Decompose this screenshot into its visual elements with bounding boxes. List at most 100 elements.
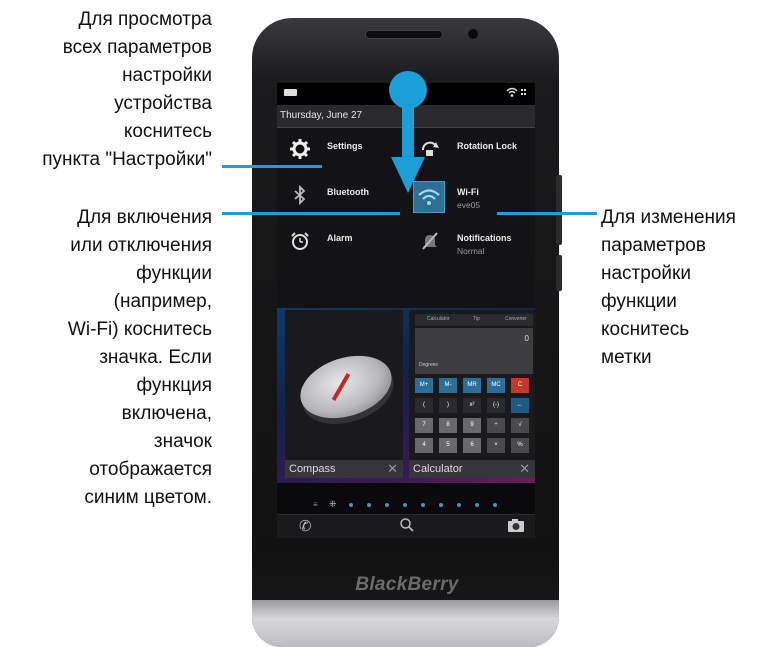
notifications-mode: Normal xyxy=(457,246,485,256)
camera-icon[interactable] xyxy=(507,517,525,537)
swipe-arrow-shaft xyxy=(402,104,414,159)
notifications-label: Notifications xyxy=(457,233,512,243)
rotation-lock-label: Rotation Lock xyxy=(457,141,517,151)
calculator-key[interactable]: MC xyxy=(487,378,505,393)
calculator-key[interactable]: ( xyxy=(415,398,433,413)
list-view-icon[interactable]: ≡ xyxy=(313,500,318,509)
calculator-key[interactable]: 9 xyxy=(463,418,481,433)
callout-line: параметров xyxy=(601,235,706,256)
calculator-value: 0 xyxy=(524,334,529,343)
page-dot[interactable] xyxy=(403,503,407,507)
callout-label: Для изменения параметров настройки функц… xyxy=(601,204,767,372)
calculator-key[interactable]: (-) xyxy=(487,398,505,413)
callout-line: Для просмотра xyxy=(78,9,213,30)
page-indicator: ≡ ⁜ xyxy=(313,499,513,510)
page-dot[interactable] xyxy=(367,503,371,507)
calculator-key[interactable]: × xyxy=(487,438,505,453)
active-frames: Compass ✕ Calculator Tip Converter 0 Deg… xyxy=(277,308,535,483)
gear-icon xyxy=(287,138,313,164)
search-icon[interactable] xyxy=(399,517,415,537)
callout-line: устройства xyxy=(114,93,212,114)
calculator-key[interactable]: ÷ xyxy=(487,418,505,433)
dock-bar: ✆ xyxy=(277,514,535,538)
wifi-status-icon xyxy=(505,86,529,101)
page-dot[interactable] xyxy=(421,503,425,507)
side-button xyxy=(556,255,562,291)
calculator-key[interactable]: 7 xyxy=(415,418,433,433)
page-dot[interactable] xyxy=(349,503,353,507)
page-dot[interactable] xyxy=(457,503,461,507)
brand-logo: BlackBerry xyxy=(355,574,459,595)
wifi-label[interactable]: Wi-Fi xyxy=(457,187,479,197)
callout-line: значка. Если xyxy=(99,347,212,368)
close-icon[interactable]: ✕ xyxy=(387,461,398,477)
callout-line: функции xyxy=(601,291,677,312)
callout-line: функции xyxy=(136,263,212,284)
phone-icon[interactable]: ✆ xyxy=(299,517,312,535)
compass-title: Compass xyxy=(289,463,336,475)
front-camera xyxy=(467,28,479,40)
bluetooth-label: Bluetooth xyxy=(327,187,369,197)
alarm-tile[interactable]: Alarm xyxy=(277,220,407,266)
notifications-tile[interactable]: Notifications Normal xyxy=(407,220,535,266)
calculator-key[interactable]: M- xyxy=(439,378,457,393)
compass-card[interactable]: Compass ✕ xyxy=(285,310,403,478)
grid-icon[interactable]: ⁜ xyxy=(329,499,337,510)
compass-card-label: Compass ✕ xyxy=(285,460,403,478)
callout-line: пункта "Настройки" xyxy=(42,149,212,170)
page-dot[interactable] xyxy=(493,503,497,507)
calculator-key[interactable]: √ xyxy=(511,418,529,433)
calculator-display: 0 Degrees xyxy=(415,328,533,374)
callout-line: функция xyxy=(136,375,212,396)
leader-line-label xyxy=(497,212,597,215)
callout-line: синим цветом. xyxy=(84,487,212,508)
callout-line: значок xyxy=(153,431,212,452)
callout-line: настройки xyxy=(122,65,212,86)
callout-line: (например, xyxy=(113,291,212,312)
calculator-key[interactable]: x² xyxy=(463,398,481,413)
phone-chin xyxy=(252,600,559,647)
bluetooth-icon xyxy=(287,184,313,210)
callout-line: Для включения xyxy=(77,207,212,228)
calculator-tab: Converter xyxy=(505,316,527,322)
callout-settings: Для просмотра всех параметров настройки … xyxy=(0,6,212,174)
page-dot[interactable] xyxy=(439,503,443,507)
date-text: Thursday, June 27 xyxy=(280,110,363,121)
calculator-key[interactable]: 8 xyxy=(439,418,457,433)
alarm-icon xyxy=(287,230,313,256)
callout-line: метки xyxy=(601,347,652,368)
calculator-tab: Calculator xyxy=(427,316,450,322)
calculator-mode: Degrees xyxy=(419,362,438,368)
calculator-key[interactable]: 4 xyxy=(415,438,433,453)
calculator-card-label: Calculator ✕ xyxy=(409,460,535,478)
callout-line: коснитесь xyxy=(123,121,212,142)
callout-line: включена, xyxy=(121,403,212,424)
calculator-key[interactable]: ) xyxy=(439,398,457,413)
calculator-key[interactable]: MR xyxy=(463,378,481,393)
calculator-title: Calculator xyxy=(413,463,463,475)
calculator-key[interactable]: 5 xyxy=(439,438,457,453)
calculator-key[interactable]: C xyxy=(511,378,529,393)
settings-label: Settings xyxy=(327,141,363,151)
callout-line: коснитесь xyxy=(601,319,690,340)
leader-line-settings xyxy=(222,165,322,168)
close-icon[interactable]: ✕ xyxy=(519,461,530,477)
callout-toggle: Для включения или отключения функции (на… xyxy=(0,204,212,512)
wifi-network-name: eve05 xyxy=(457,200,481,210)
calculator-key[interactable]: M+ xyxy=(415,378,433,393)
rotation-lock-tile[interactable]: Rotation Lock xyxy=(407,128,535,174)
callout-line: отображается xyxy=(89,459,212,480)
calculator-key[interactable]: ← xyxy=(511,398,529,413)
page-dot[interactable] xyxy=(385,503,389,507)
volume-button xyxy=(556,175,562,245)
battery-icon xyxy=(284,89,297,96)
calculator-card[interactable]: Calculator Tip Converter 0 Degrees M+ M- M… xyxy=(409,310,535,478)
callout-line: всех параметров xyxy=(62,37,212,58)
calculator-tab: Tip xyxy=(473,316,480,322)
calculator-key[interactable]: % xyxy=(511,438,529,453)
calculator-key[interactable]: 6 xyxy=(463,438,481,453)
swipe-arrow-head xyxy=(391,157,425,193)
page-dot[interactable] xyxy=(475,503,479,507)
callout-line: настройки xyxy=(601,263,691,284)
alarm-label: Alarm xyxy=(327,233,353,243)
